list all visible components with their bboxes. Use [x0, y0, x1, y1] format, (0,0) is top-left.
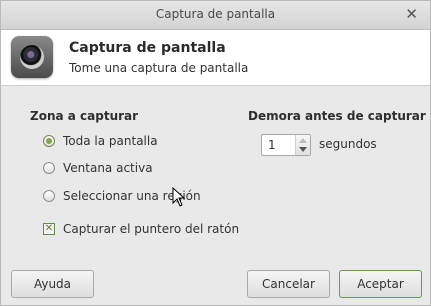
capture-pointer-checkbox[interactable]: ✕ Capturar el puntero del ratón — [43, 220, 239, 238]
checkbox-label: Capturar el puntero del ratón — [63, 222, 240, 236]
radio-whole-screen[interactable]: Toda la pantalla — [43, 132, 158, 150]
spin-arrows[interactable] — [295, 135, 310, 155]
radio-button[interactable] — [43, 162, 55, 174]
delay-unit: segundos — [319, 137, 377, 151]
dialog-header: Captura de pantalla Tome una captura de … — [1, 30, 430, 86]
radio-button-selected[interactable] — [43, 135, 55, 147]
delay-spinbutton[interactable]: 1 — [261, 134, 311, 156]
radio-button[interactable] — [43, 190, 55, 202]
help-button[interactable]: Ayuda — [11, 270, 94, 298]
accept-button[interactable]: Aceptar — [339, 270, 422, 298]
screenshot-dialog: Captura de pantalla ✕ Captura de pantall… — [0, 0, 431, 306]
header-title: Captura de pantalla — [69, 40, 226, 56]
checkbox-checked[interactable]: ✕ — [43, 223, 55, 235]
radio-label: Ventana activa — [63, 161, 153, 175]
delay-heading: Demora antes de capturar — [248, 109, 426, 123]
camera-icon — [11, 36, 53, 78]
capture-area-heading: Zona a capturar — [30, 109, 139, 123]
close-icon[interactable]: ✕ — [405, 6, 418, 22]
delay-value[interactable]: 1 — [268, 138, 276, 152]
spin-down-icon[interactable] — [299, 147, 307, 152]
header-subtitle: Tome una captura de pantalla — [69, 61, 249, 75]
radio-active-window[interactable]: Ventana activa — [43, 159, 153, 177]
window-title: Captura de pantalla — [155, 7, 276, 21]
cancel-button[interactable]: Cancelar — [247, 270, 330, 298]
radio-label: Toda la pantalla — [63, 134, 158, 148]
spin-up-icon[interactable] — [299, 138, 307, 143]
title-bar[interactable]: Captura de pantalla ✕ — [1, 1, 430, 30]
mouse-cursor-icon — [172, 187, 186, 207]
